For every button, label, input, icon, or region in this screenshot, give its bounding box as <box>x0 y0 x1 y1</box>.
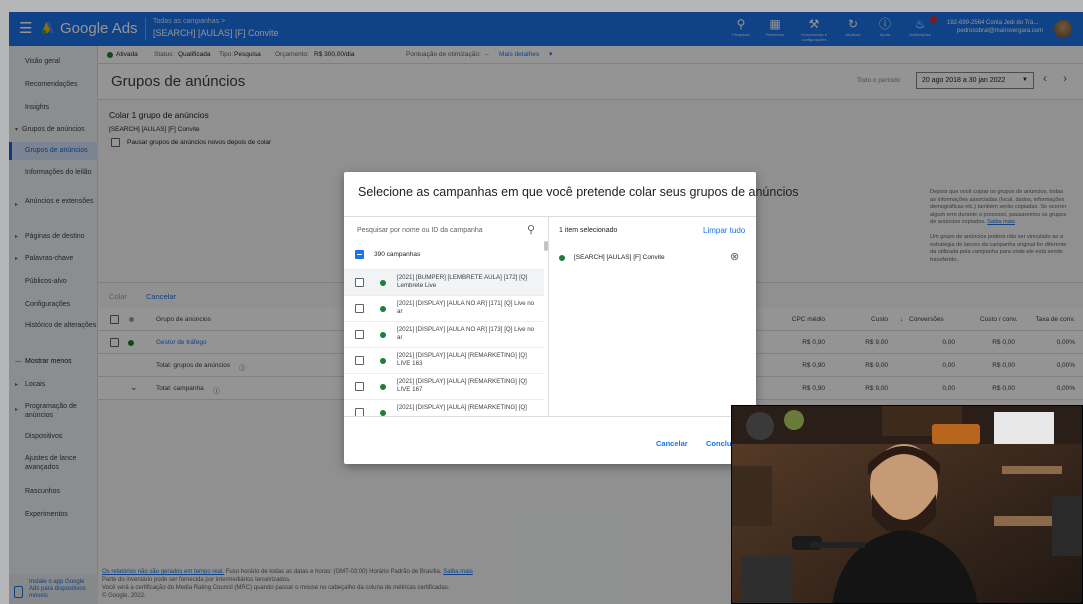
select-all-checkbox[interactable] <box>355 250 364 259</box>
list-item[interactable]: [2021] [DISPLAY] [AULA] [REMARKETING] [Q… <box>344 399 544 417</box>
list-item[interactable]: [2021] [DISPLAY] [AULA] [REMARKETING] [Q… <box>344 347 544 373</box>
selected-item: [SEARCH] [AULAS] [F] Convite ⊗ <box>549 247 756 269</box>
list-item[interactable]: [2021] [DISPLAY] [AULA] [REMARKETING] [Q… <box>344 373 544 399</box>
campaign-checkbox[interactable] <box>355 356 364 365</box>
cancel-button[interactable]: Cancelar <box>656 439 688 448</box>
campaign-picker: Pesquisar por nome ou ID da campanha ⚲ 3… <box>344 216 549 417</box>
campaign-checkbox[interactable] <box>355 278 364 287</box>
select-campaigns-dialog: Selecione as campanhas em que você prete… <box>344 172 799 464</box>
dialog-title: Selecione as campanhas em que você prete… <box>358 185 799 199</box>
list-item[interactable]: [2021] [BUMPER] [LEMBRETE AULA] [172] [Q… <box>344 269 544 295</box>
campaign-checkbox[interactable] <box>355 382 364 391</box>
google-ads-app: ☰ Google Ads Todas as campanhas > [SEARC… <box>9 12 1083 604</box>
status-dot-icon <box>380 332 386 338</box>
selected-count: 1 item selecionado <box>559 227 618 234</box>
status-dot-icon <box>380 306 386 312</box>
status-dot-icon <box>380 358 386 364</box>
status-dot-icon <box>559 255 565 261</box>
clear-all-button[interactable]: Limpar tudo <box>703 226 745 235</box>
campaign-count: 390 campanhas <box>374 251 421 258</box>
scrollbar[interactable] <box>544 241 548 251</box>
webcam-video-image <box>732 406 1082 603</box>
dialog-actions: Cancelar Conclu <box>344 416 756 464</box>
list-item[interactable]: [2021] [DISPLAY] [AULA NO AR] [173] [Q] … <box>344 321 544 347</box>
campaign-checkbox[interactable] <box>355 304 364 313</box>
list-item[interactable]: [2021] [DISPLAY] [AULA NO AR] [171] [Q] … <box>344 295 544 321</box>
status-dot-icon <box>380 280 386 286</box>
search-icon[interactable]: ⚲ <box>527 223 535 236</box>
campaign-checkbox[interactable] <box>355 330 364 339</box>
select-all-row[interactable]: 390 campanhas <box>344 243 544 269</box>
remove-icon[interactable]: ⊗ <box>730 250 739 263</box>
status-dot-icon <box>380 384 386 390</box>
selected-campaigns: 1 item selecionado Limpar tudo [SEARCH] … <box>549 216 756 416</box>
webcam-overlay <box>731 405 1083 604</box>
campaign-search-input[interactable]: Pesquisar por nome ou ID da campanha <box>357 227 483 234</box>
confirm-button[interactable]: Conclu <box>706 439 731 448</box>
